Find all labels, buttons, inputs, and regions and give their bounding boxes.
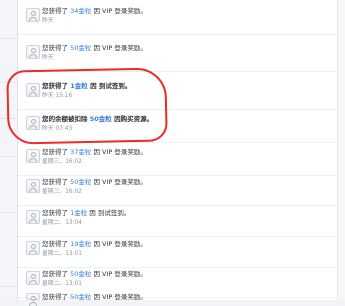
user-avatar-icon (26, 210, 40, 224)
user-avatar-icon (26, 179, 40, 193)
amount-link[interactable]: 19金粒 (70, 240, 91, 248)
feed-item[interactable]: 您获得了 1金粒 因 到试签到。 昨天 15:16 (18, 80, 337, 110)
user-avatar-icon (26, 45, 40, 59)
feed-timestamp: 昨天 15:16 (42, 93, 73, 99)
scroll-area-edge (337, 0, 345, 300)
feed-timestamp: 昨天 (42, 18, 54, 24)
feed-item-text: 您的余额被扣除 50金粒 因购买资源。 (42, 115, 153, 123)
feed-item-suffix: 因 VIP 登录奖励。 (93, 178, 147, 186)
amount-link[interactable]: 50金粒 (70, 44, 91, 52)
sidebar-divider (0, 286, 18, 287)
feed-item[interactable]: 您获得了 19金粒 因 VIP 登录奖励。 星期二。13:01 (18, 238, 337, 268)
feed-timestamp: 星期三。16:02 (42, 159, 82, 165)
feed-timestamp: 星期三。16:02 (42, 189, 82, 195)
feed-item-prefix: 您获得了 (42, 7, 68, 15)
feed-item-prefix: 您获得了 (42, 82, 68, 90)
feed-item[interactable]: 您获得了 50金粒 因 VIP 登录奖励。 (18, 293, 337, 306)
feed-item-text: 您获得了 19金粒 因 VIP 登录奖励。 (42, 240, 147, 248)
feed-item-prefix: 您获得了 (42, 240, 68, 248)
user-avatar-icon (26, 83, 40, 97)
feed-item-prefix: 您获得了 (42, 209, 68, 217)
sidebar-divider (0, 212, 18, 213)
amount-link[interactable]: 50金粒 (70, 178, 91, 186)
feed-timestamp: 星期二。13:04 (42, 220, 82, 226)
feed-item-prefix: 您的余额被扣除 (42, 115, 88, 123)
feed-item-text: 您获得了 50金粒 因 VIP 登录奖励。 (42, 178, 147, 186)
sidebar-divider (0, 156, 18, 157)
feed-item-text: 您获得了 50金粒 因 VIP 登录奖励。 (42, 44, 147, 52)
feed-item-prefix: 您获得了 (42, 44, 68, 52)
feed-item-suffix: 因 VIP 登录奖励。 (93, 7, 147, 15)
user-avatar-icon (26, 8, 40, 22)
feed-item[interactable]: 您获得了 1金粒 因 到试签到。 星期二。13:04 (18, 207, 337, 237)
feed-item-suffix: 因购买资源。 (114, 115, 154, 123)
amount-link[interactable]: 50金粒 (90, 115, 112, 123)
feed-item-suffix: 因 到试签到。 (89, 209, 131, 217)
feed-item-text: 您获得了 34金粒 因 VIP 登录奖励。 (42, 7, 147, 15)
feed-item-prefix: 您获得了 (42, 178, 68, 186)
feed-item-text: 您获得了 37金粒 因 VIP 登录奖励。 (42, 148, 147, 156)
sidebar-divider (0, 38, 18, 39)
feed-timestamp: 星期二。13:01 (42, 281, 82, 287)
amount-link[interactable]: 34金粒 (70, 7, 91, 15)
sidebar-divider (0, 82, 18, 83)
feed-item[interactable]: 您获得了 37金粒 因 VIP 登录奖励。 星期三。16:02 (18, 146, 337, 176)
amount-link[interactable]: 1金粒 (70, 82, 88, 90)
feed-timestamp: 星期二。13:01 (42, 251, 82, 257)
feed-item-suffix: 因 到试签到。 (90, 82, 132, 90)
left-sidebar-edge (0, 0, 18, 300)
feed-item[interactable]: 您获得了 50金粒 因 VIP 登录奖励。 昨天 (18, 42, 337, 72)
user-avatar-icon (26, 241, 40, 255)
feed-item[interactable]: 您的余额被扣除 50金粒 因购买资源。 昨天 07:43 (18, 113, 337, 143)
feed-item-prefix: 您获得了 (42, 270, 68, 278)
feed-item-suffix: 因 VIP 登录奖励。 (93, 148, 147, 156)
amount-link[interactable]: 37金粒 (70, 148, 91, 156)
amount-link[interactable]: 1金粒 (70, 209, 87, 217)
feed-item[interactable]: 您获得了 34金粒 因 VIP 登录奖励。 昨天 (18, 5, 337, 35)
user-avatar-icon (26, 116, 40, 130)
feed-timestamp: 昨天 (42, 55, 54, 61)
user-avatar-icon (26, 293, 40, 306)
feed-timestamp: 昨天 07:43 (42, 126, 73, 132)
notification-feed: 您获得了 34金粒 因 VIP 登录奖励。 昨天 您获得了 50金粒 因 VIP… (18, 0, 337, 306)
user-avatar-icon (26, 149, 40, 163)
feed-item-text: 您获得了 1金粒 因 到试签到。 (42, 82, 131, 90)
feed-item-text: 您获得了 1金粒 因 到试签到。 (42, 209, 130, 217)
feed-item-prefix: 您获得了 (42, 148, 68, 156)
feed-item-suffix: 因 VIP 登录奖励。 (93, 240, 147, 248)
feed-item-suffix: 因 VIP 登录奖励。 (93, 270, 147, 278)
amount-link[interactable]: 50金粒 (70, 270, 91, 278)
sidebar-divider (0, 118, 18, 119)
feed-item-text: 您获得了 50金粒 因 VIP 登录奖励。 (42, 270, 147, 278)
feed-item-suffix: 因 VIP 登录奖励。 (93, 44, 147, 52)
user-avatar-icon (26, 271, 40, 285)
feed-item[interactable]: 您获得了 50金粒 因 VIP 登录奖励。 星期三。16:02 (18, 176, 337, 206)
